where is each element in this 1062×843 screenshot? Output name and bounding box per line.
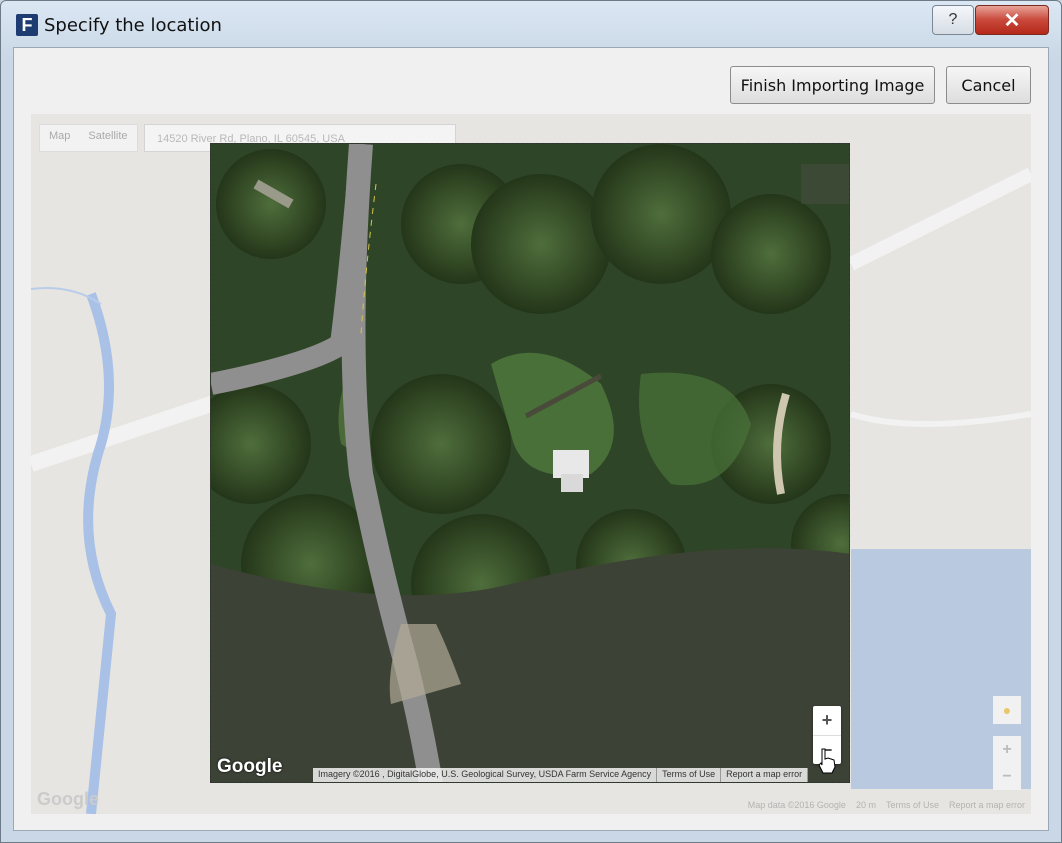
base-map-attribution: Map data ©2016 Google 20 m Terms of Use … <box>748 800 1025 814</box>
dialog-title: Specify the location <box>44 15 222 36</box>
finish-importing-button[interactable]: Finish Importing Image <box>730 66 935 104</box>
satellite-google-logo: Google <box>217 756 283 777</box>
hand-cursor-icon <box>818 748 836 774</box>
satellite-image-selection[interactable]: Google Imagery ©2016 , DigitalGlobe, U.S… <box>210 143 850 783</box>
satellite-tab[interactable]: Satellite <box>79 125 136 151</box>
base-terms-link[interactable]: Terms of Use <box>886 800 939 814</box>
base-map[interactable]: Map Satellite 14520 River Rd, Plano, IL … <box>31 114 1031 814</box>
base-zoom-control: + − <box>993 736 1021 790</box>
scale-text: 20 m <box>855 800 876 810</box>
base-zoom-in-button[interactable]: + <box>993 736 1021 763</box>
close-button[interactable]: ✕ <box>975 5 1049 35</box>
base-google-logo: Google <box>37 789 99 809</box>
dialog-content: Finish Importing Image Cancel Map Satell… <box>13 47 1049 831</box>
map-type-toggle: Map Satellite <box>39 124 138 152</box>
satellite-attribution: Imagery ©2016 , DigitalGlobe, U.S. Geolo… <box>313 768 809 782</box>
dialog-window: F Specify the location ? ✕ Finish Import… <box>0 0 1062 843</box>
imagery-attribution-text: Imagery ©2016 , DigitalGlobe, U.S. Geolo… <box>313 768 658 782</box>
map-tab[interactable]: Map <box>40 125 79 151</box>
base-report-link[interactable]: Report a map error <box>949 800 1025 814</box>
satellite-imagery <box>211 144 849 782</box>
base-zoom-out-button[interactable]: − <box>993 763 1021 790</box>
report-map-error-link[interactable]: Report a map error <box>721 768 809 782</box>
terms-of-use-link[interactable]: Terms of Use <box>657 768 722 782</box>
pegman-icon[interactable]: ● <box>993 696 1021 724</box>
title-bar[interactable]: F Specify the location ? ✕ <box>1 1 1061 47</box>
app-logo-icon: F <box>16 14 38 36</box>
zoom-in-button[interactable]: + <box>813 706 841 735</box>
help-button[interactable]: ? <box>932 5 974 35</box>
cancel-button[interactable]: Cancel <box>946 66 1031 104</box>
map-data-text: Map data ©2016 Google <box>747 800 846 810</box>
